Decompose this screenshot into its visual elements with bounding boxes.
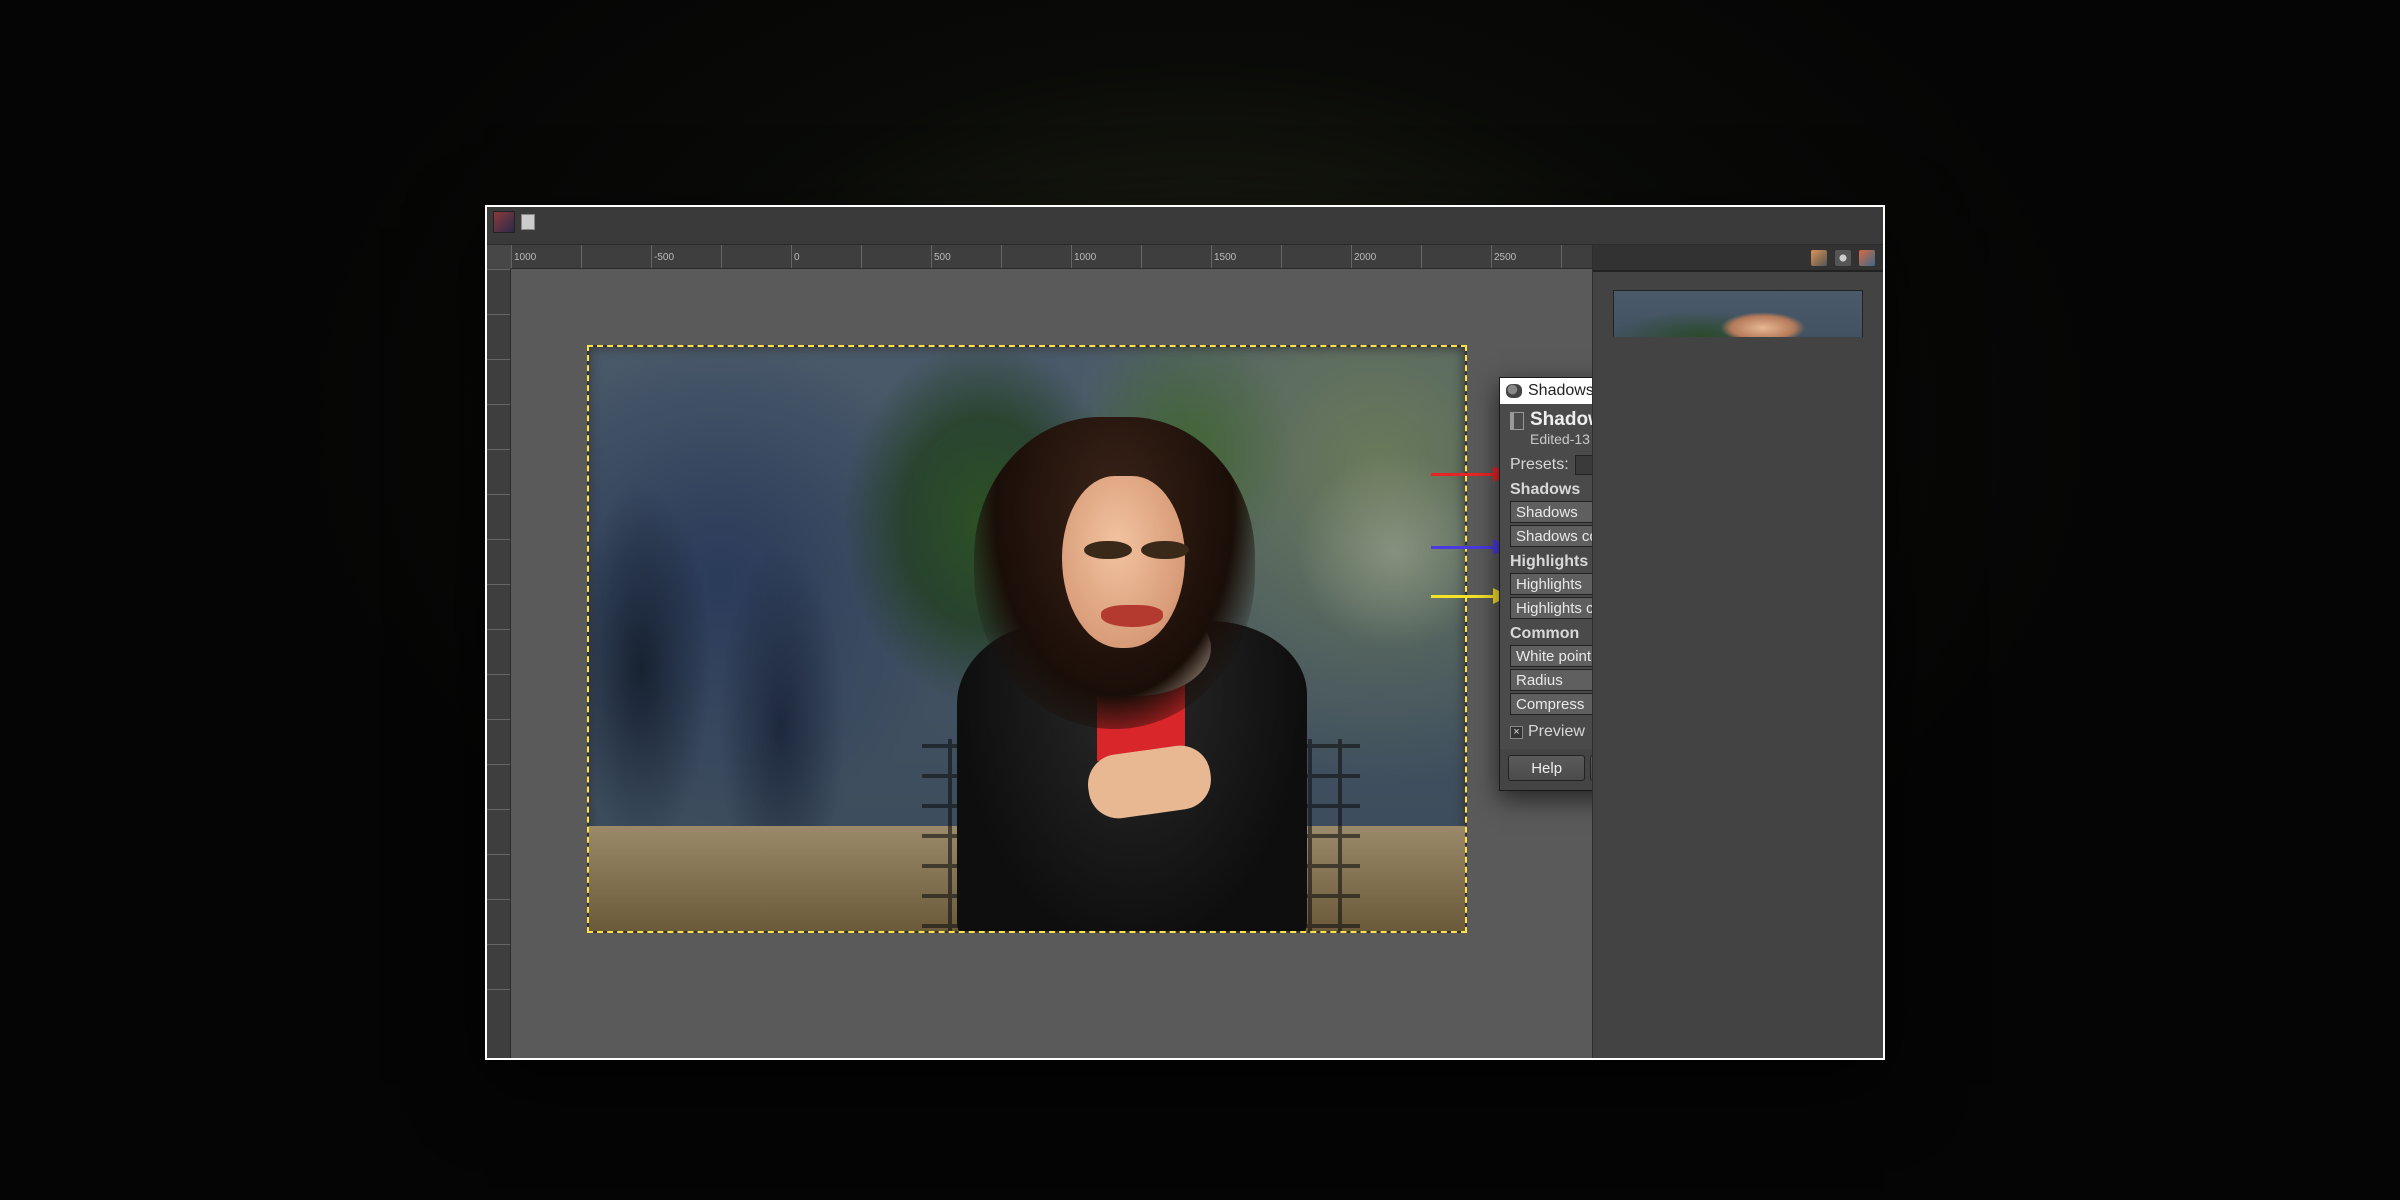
slider-compress[interactable]: Compress 50.00	[1510, 693, 1593, 715]
right-dock	[1593, 245, 1883, 1058]
dialog-titlebar[interactable]: Shadows-Highlights ×	[1500, 378, 1593, 404]
preview-checkbox[interactable]: × Preview	[1510, 723, 1585, 741]
presets-label: Presets:	[1510, 456, 1569, 474]
document-icon	[521, 214, 535, 230]
slider-radius[interactable]: Radius 100.00	[1510, 669, 1593, 691]
ruler-horizontal: 1000-500050010001500200025003000	[511, 245, 1592, 269]
editor-window: 1000-500050010001500200025003000	[485, 205, 1885, 1060]
photo-subject	[966, 417, 1404, 933]
tool-options-icon[interactable]	[1835, 250, 1851, 266]
app-icon	[1506, 384, 1522, 398]
dialog-subtitle: Edited-13 ([IMG_2418] (imported))	[1530, 431, 1593, 447]
canvas-pane: 1000-500050010001500200025003000	[487, 245, 1593, 1058]
slider-white-point[interactable]: White point adjustment 2.037	[1510, 645, 1593, 667]
navigation-thumbnail	[1613, 290, 1863, 384]
image-thumb-icon[interactable]	[1859, 250, 1875, 266]
window-toolbar	[487, 237, 1883, 245]
presets-row: Presets: ▾	[1500, 453, 1593, 477]
help-button[interactable]: Help	[1508, 755, 1585, 781]
section-shadows: Shadows	[1500, 477, 1593, 501]
navigation-preview[interactable]	[1593, 271, 1883, 1058]
slider-shadows[interactable]: Shadows 48.77	[1510, 501, 1593, 523]
section-highlights: Highlights	[1500, 549, 1593, 573]
window-content: 1000-500050010001500200025003000	[487, 245, 1883, 1058]
shadows-highlights-dialog: Shadows-Highlights × Shadows-Highlights …	[1499, 377, 1593, 791]
slider-highlights-color[interactable]: Highlights color adjustment 50.00	[1510, 597, 1593, 619]
dialog-button-row: Help Reset OK Cancel	[1500, 749, 1593, 790]
slider-highlights[interactable]: Highlights -40.12	[1510, 573, 1593, 595]
dialog-window-title: Shadows-Highlights	[1528, 382, 1593, 400]
dialog-header: Shadows-Highlights Edited-13 ([IMG_2418]…	[1500, 404, 1593, 453]
presets-dropdown[interactable]: ▾	[1575, 455, 1593, 475]
dialog-title: Shadows-Highlights	[1530, 409, 1593, 431]
ruler-vertical	[487, 269, 511, 1058]
dock-tab-strip	[1593, 245, 1883, 271]
canvas[interactable]: Shadows-Highlights × Shadows-Highlights …	[511, 269, 1592, 1058]
document-thumbnail-icon	[493, 211, 515, 233]
brush-icon[interactable]	[1811, 250, 1827, 266]
image-on-canvas[interactable]	[587, 345, 1467, 933]
filter-icon	[1510, 412, 1524, 430]
window-titlebar	[487, 207, 1883, 237]
slider-shadows-color[interactable]: Shadows color adjustment 100.00	[1510, 525, 1593, 547]
checkbox-row: × Preview Split view	[1500, 717, 1593, 749]
checkbox-icon: ×	[1510, 726, 1523, 739]
section-common: Common	[1500, 621, 1593, 645]
